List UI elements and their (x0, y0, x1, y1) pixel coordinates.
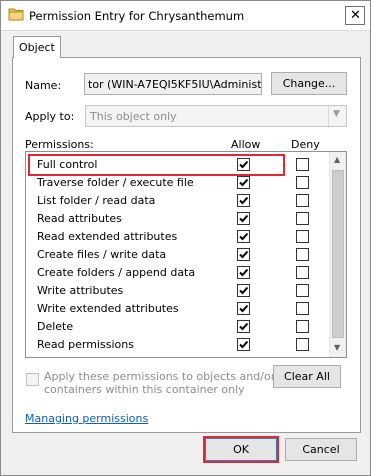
allow-checkbox[interactable] (237, 284, 250, 297)
window-title: Permission Entry for Chrysanthemum (29, 9, 245, 23)
allow-checkbox[interactable] (237, 176, 250, 189)
allow-checkbox[interactable] (237, 194, 250, 207)
managing-permissions-link[interactable]: Managing permissions (25, 412, 148, 425)
allow-checkbox[interactable] (237, 320, 250, 333)
name-value: tor (WIN-A7EQI5KF5IU\Administrator) (88, 78, 262, 91)
clear-all-button[interactable]: Clear All (273, 365, 341, 388)
change-button[interactable]: Change... (271, 72, 347, 95)
scroll-down-button[interactable]: ▼ (330, 340, 346, 357)
allow-checkbox[interactable] (237, 248, 250, 261)
apply-to-containers-text: Apply these permissions to objects and/o… (44, 370, 275, 396)
permission-label: List folder / read data (37, 194, 156, 207)
scrollbar-thumb[interactable] (332, 170, 344, 338)
apply-to-value: This object only (90, 110, 177, 123)
deny-checkbox[interactable] (296, 176, 309, 189)
allow-checkbox[interactable] (237, 212, 250, 225)
cancel-button[interactable]: Cancel (285, 438, 357, 461)
permission-label: Delete (37, 320, 74, 333)
deny-checkbox[interactable] (296, 338, 309, 351)
close-icon[interactable]: ✕ (350, 7, 361, 24)
apply-to-label: Apply to: (25, 110, 75, 123)
permission-label: Write attributes (37, 284, 124, 297)
tab-object[interactable]: Object (13, 36, 61, 58)
cancel-button-label: Cancel (302, 443, 340, 456)
allow-checkbox[interactable] (237, 266, 250, 279)
permission-row[interactable]: Write extended attributes (26, 299, 328, 317)
chevron-down-icon: ▼ (334, 343, 341, 352)
permissions-list[interactable]: Full control Traverse folder / execute fi… (25, 151, 347, 358)
deny-checkbox[interactable] (296, 212, 309, 225)
close-button[interactable]: ✕ (345, 6, 365, 25)
permission-label: Create files / write data (37, 248, 167, 261)
permission-row[interactable]: Write attributes (26, 281, 328, 299)
deny-checkbox[interactable] (296, 194, 309, 207)
deny-checkbox[interactable] (296, 230, 309, 243)
full-control-highlight (28, 154, 285, 176)
chevron-down-icon: ▼ (333, 109, 340, 119)
deny-checkbox[interactable] (296, 248, 309, 261)
permission-label: Create folders / append data (37, 266, 196, 279)
deny-header: Deny (291, 138, 320, 151)
apply-to-select[interactable]: This object only ▼ (85, 105, 347, 127)
permission-label: Read extended attributes (37, 230, 178, 243)
title-bar: Permission Entry for Chrysanthemum ✕ (1, 1, 370, 31)
chevron-up-icon: ▲ (334, 155, 341, 164)
permission-label: Read permissions (37, 338, 134, 351)
apply-text-line2: containers within this container only (44, 383, 245, 396)
allow-header: Allow (231, 138, 261, 151)
allow-checkbox[interactable] (237, 338, 250, 351)
allow-checkbox[interactable] (237, 230, 250, 243)
permission-row[interactable]: Delete (26, 317, 328, 335)
name-label: Name: (25, 79, 62, 92)
apply-to-containers-checkbox[interactable] (26, 373, 39, 386)
deny-checkbox[interactable] (296, 158, 309, 171)
deny-checkbox[interactable] (296, 266, 309, 279)
permission-label: Write extended attributes (37, 302, 179, 315)
apply-text-line1: Apply these permissions to objects and/o… (44, 370, 276, 383)
deny-checkbox[interactable] (296, 320, 309, 333)
folder-icon (8, 8, 24, 21)
permission-row[interactable]: Read permissions (26, 335, 328, 353)
permissions-label: Permissions: (25, 138, 94, 151)
change-button-label: Change... (282, 77, 336, 90)
permission-label: Read attributes (37, 212, 122, 225)
permission-row[interactable]: List folder / read data (26, 191, 328, 209)
deny-checkbox[interactable] (296, 284, 309, 297)
permission-row[interactable]: Read attributes (26, 209, 328, 227)
permission-row[interactable]: Create files / write data (26, 245, 328, 263)
permission-row[interactable]: Read extended attributes (26, 227, 328, 245)
permission-row[interactable]: Create folders / append data (26, 263, 328, 281)
deny-checkbox[interactable] (296, 302, 309, 315)
permissions-scrollbar[interactable]: ▲ ▼ (329, 152, 346, 357)
clear-all-label: Clear All (284, 370, 330, 383)
ok-highlight (203, 436, 279, 463)
permission-entry-dialog: Permission Entry for Chrysanthemum ✕ Obj… (0, 0, 371, 476)
tab-object-label: Object (19, 41, 55, 54)
scroll-up-button[interactable]: ▲ (330, 152, 346, 169)
permission-label: Traverse folder / execute file (37, 176, 194, 189)
dropdown-arrow[interactable]: ▼ (328, 106, 346, 126)
allow-checkbox[interactable] (237, 302, 250, 315)
name-field: tor (WIN-A7EQI5KF5IU\Administrator) (84, 73, 262, 95)
